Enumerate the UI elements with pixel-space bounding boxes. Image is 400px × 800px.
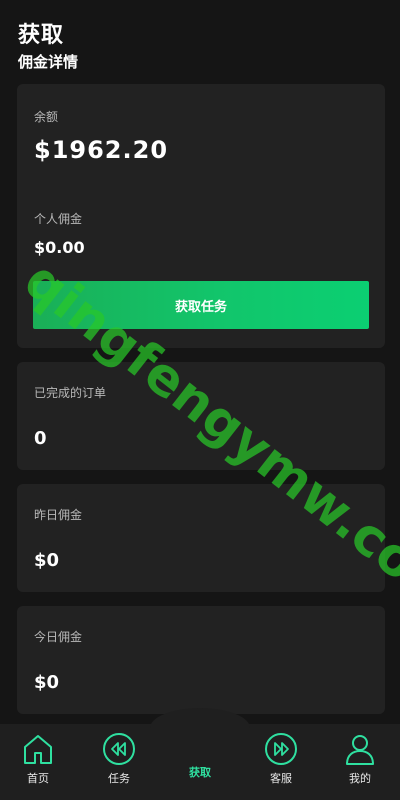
completed-orders-label: 已完成的订单 — [34, 386, 107, 400]
nav-label-get: 获取 — [189, 766, 211, 779]
home-icon — [8, 732, 68, 766]
page: 获取 佣金详情 余额 $1962.20 个人佣金 $0.00 获取任务 已完成的… — [0, 0, 400, 800]
user-icon — [330, 732, 390, 766]
rewind-icon — [89, 732, 149, 766]
nav-label-mine: 我的 — [349, 772, 371, 785]
nav-item-get[interactable]: 获取 — [170, 760, 230, 780]
page-header: 获取 佣金详情 — [18, 22, 78, 72]
personal-commission-label: 个人佣金 — [34, 212, 83, 226]
bottom-nav: 首页 任务 获取 客服 我的 — [0, 708, 400, 800]
today-commission-label: 今日佣金 — [34, 630, 83, 644]
nav-item-mine[interactable]: 我的 — [330, 732, 390, 786]
personal-commission-value: $0.00 — [34, 238, 85, 257]
nav-label-tasks: 任务 — [108, 772, 130, 785]
yesterday-commission-card: 昨日佣金 $0 — [17, 484, 385, 592]
nav-label-service: 客服 — [270, 772, 292, 785]
balance-card: 余额 $1962.20 个人佣金 $0.00 获取任务 — [17, 84, 385, 348]
page-subtitle: 佣金详情 — [18, 53, 79, 71]
today-commission-card: 今日佣金 $0 — [17, 606, 385, 714]
balance-value: $1962.20 — [34, 136, 169, 164]
nav-item-home[interactable]: 首页 — [8, 732, 68, 786]
fast-forward-icon — [251, 732, 311, 766]
yesterday-commission-label: 昨日佣金 — [34, 508, 83, 522]
get-task-button[interactable]: 获取任务 — [33, 281, 369, 329]
page-title: 获取 — [18, 23, 65, 48]
today-commission-value: $0 — [34, 672, 60, 693]
nav-item-tasks[interactable]: 任务 — [89, 732, 149, 786]
nav-item-service[interactable]: 客服 — [251, 732, 311, 786]
nav-center-hump — [150, 708, 250, 748]
nav-label-home: 首页 — [27, 772, 49, 785]
balance-label: 余额 — [34, 110, 59, 124]
yesterday-commission-value: $0 — [34, 550, 60, 571]
completed-orders-value: 0 — [34, 428, 47, 449]
completed-orders-card: 已完成的订单 0 — [17, 362, 385, 470]
